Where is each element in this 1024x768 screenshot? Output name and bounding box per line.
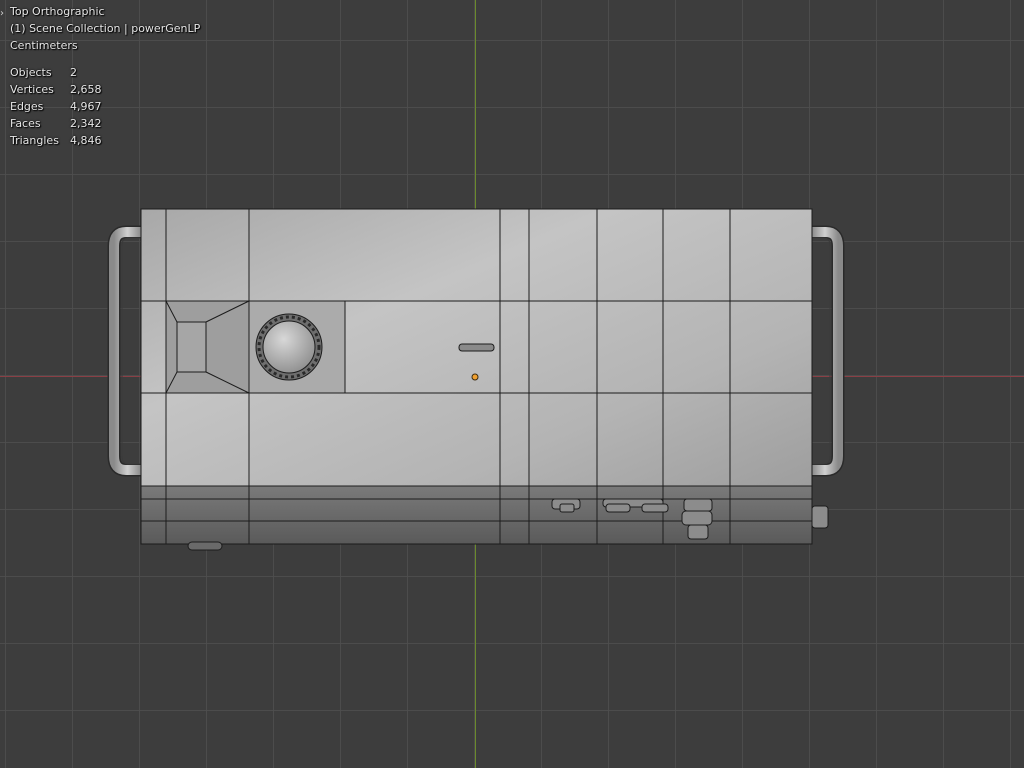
stat-row: Objects 2	[10, 64, 102, 81]
stat-row: Faces 2,342	[10, 115, 102, 132]
stat-label: Edges	[10, 100, 44, 113]
stat-row: Triangles 4,846	[10, 132, 102, 149]
chevron-right-icon[interactable]: ›	[0, 8, 4, 19]
stat-value: 4,967	[70, 100, 102, 113]
3d-viewport[interactable]: › Top Orthographic (1) Scene Collection …	[0, 0, 1024, 768]
right-handle	[812, 225, 845, 477]
stat-value: 4,846	[70, 134, 102, 147]
stat-label: Objects	[10, 66, 52, 79]
stat-value: 2,342	[70, 117, 102, 130]
stat-row: Edges 4,967	[10, 98, 102, 115]
stat-row: Vertices 2,658	[10, 81, 102, 98]
stat-label: Vertices	[10, 83, 54, 96]
stat-label: Triangles	[10, 134, 59, 147]
object-origin	[471, 373, 479, 381]
fuel-cap	[255, 313, 323, 381]
left-handle	[107, 225, 141, 477]
units-label: Centimeters	[10, 39, 78, 52]
statistics-table: Objects 2 Vertices 2,658 Edges 4,967 Fac…	[10, 64, 102, 149]
collection-label: (1) Scene Collection | powerGenLP	[10, 22, 201, 35]
view-name: Top Orthographic	[10, 5, 105, 18]
stat-value: 2	[70, 66, 77, 79]
stat-value: 2,658	[70, 83, 102, 96]
vent-slot	[458, 343, 495, 352]
viewport-text-info: Top Orthographic (1) Scene Collection | …	[10, 3, 200, 149]
stat-label: Faces	[10, 117, 41, 130]
